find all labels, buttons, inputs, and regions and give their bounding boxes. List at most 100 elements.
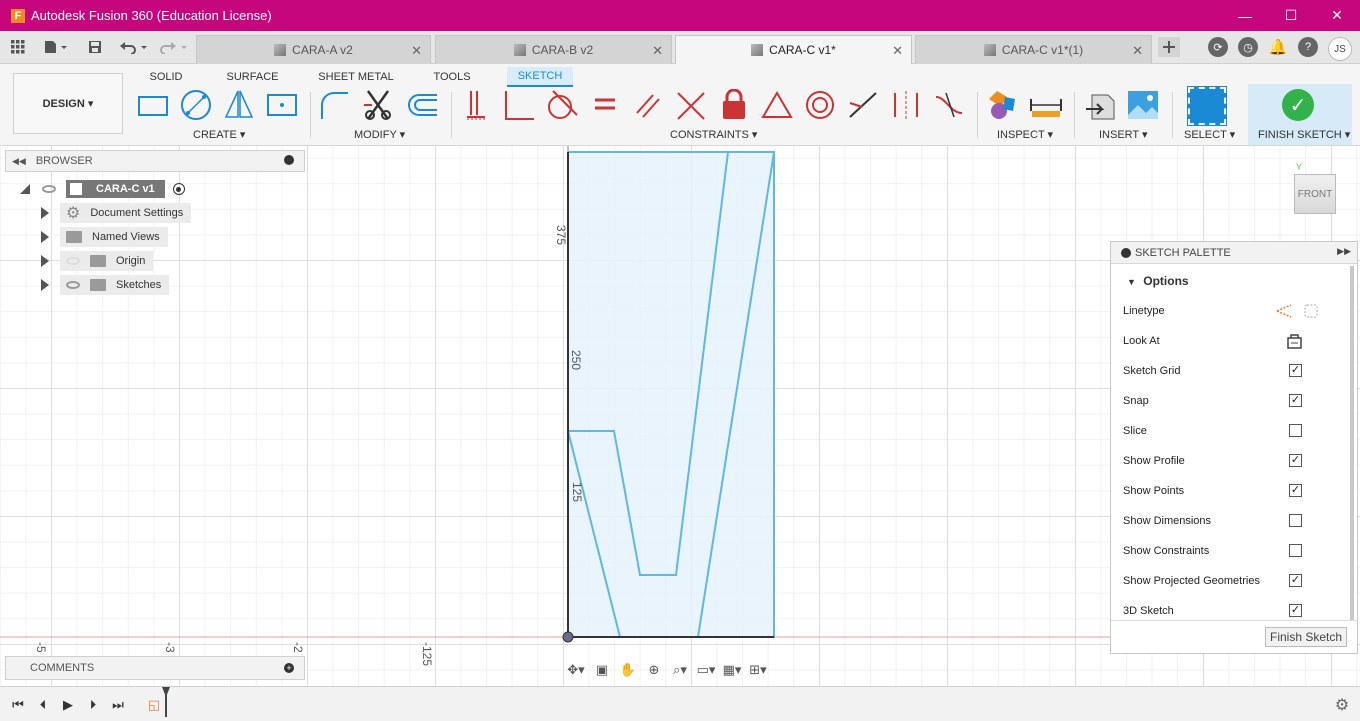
sketch-profile[interactable] (568, 152, 774, 637)
midpoint-icon[interactable] (846, 89, 880, 121)
palette-minus-icon[interactable] (1121, 248, 1131, 258)
snap-checkbox[interactable]: ✓ (1289, 394, 1302, 407)
job-status-icon[interactable]: ◷ (1238, 37, 1258, 57)
orbit-icon[interactable]: ✥▾ (565, 661, 587, 679)
look-at-icon[interactable]: ▣ (591, 661, 613, 679)
sketch-timeline-feature-icon[interactable]: ◱ (146, 697, 162, 713)
viewcube[interactable]: FRONT (1294, 174, 1336, 214)
rectangle-icon[interactable] (136, 89, 170, 121)
tab-tools[interactable]: TOOLS (430, 67, 474, 87)
tab-cara-c[interactable]: CARA-C v1* ✕ (675, 35, 912, 64)
perpendicular-cross-icon[interactable] (674, 89, 708, 121)
show-profile-checkbox[interactable]: ✓ (1289, 454, 1302, 467)
expand-arrow-icon[interactable] (41, 255, 49, 267)
tab-close-icon[interactable]: ✕ (892, 43, 903, 59)
gear-icon[interactable]: ⚙ (1334, 697, 1350, 714)
circle-icon[interactable] (179, 89, 213, 121)
browser-item-document-settings[interactable]: ⚙ Document Settings (60, 203, 192, 223)
constraints-menu[interactable]: CONSTRAINTS ▾ (670, 128, 757, 141)
interference-icon[interactable] (985, 89, 1019, 121)
tab-solid[interactable]: SOLID (146, 67, 186, 87)
symmetry-icon[interactable] (889, 89, 923, 121)
palette-scrollbar[interactable] (1350, 266, 1354, 620)
palette-finish-sketch-button[interactable]: Finish Sketch (1265, 627, 1347, 647)
close-button[interactable]: ✕ (1314, 0, 1360, 31)
display-settings-icon[interactable]: ▭▾ (695, 661, 717, 679)
inspect-menu[interactable]: INSPECT ▾ (997, 128, 1053, 141)
browser-item-named-views[interactable]: Named Views (60, 227, 168, 247)
help-icon[interactable]: ? (1298, 37, 1318, 57)
tangent-icon[interactable] (545, 89, 579, 121)
insert-derive-icon[interactable] (1084, 89, 1118, 121)
expand-arrow-icon[interactable] (41, 279, 49, 291)
redo-icon[interactable] (158, 37, 190, 57)
sketch-grid-checkbox[interactable]: ✓ (1289, 364, 1302, 377)
collapse-arrow-icon[interactable]: ▼ (1127, 277, 1136, 287)
tab-cara-a[interactable]: CARA-A v2 ✕ (196, 35, 431, 64)
show-dimensions-checkbox[interactable] (1289, 514, 1302, 527)
equal-icon[interactable] (588, 89, 622, 121)
tab-close-icon[interactable]: ✕ (652, 43, 663, 59)
collapse-icon[interactable]: ◀◀ (12, 156, 26, 167)
eye-hidden-icon[interactable] (66, 257, 80, 265)
insert-menu[interactable]: INSERT ▾ (1099, 128, 1148, 141)
maximize-button[interactable]: ☐ (1268, 0, 1314, 31)
extensions-icon[interactable]: ⟳ (1208, 37, 1228, 57)
app-grid-icon[interactable] (8, 37, 28, 57)
canvas-image-icon[interactable] (1126, 89, 1160, 121)
zoom-icon[interactable]: ⊕ (643, 661, 665, 679)
window-select-icon[interactable] (1187, 86, 1227, 126)
new-tab-icon[interactable] (1158, 37, 1180, 57)
notifications-icon[interactable]: 🔔 (1268, 37, 1288, 57)
fix-lock-icon[interactable] (717, 89, 751, 121)
origin-point-icon[interactable] (562, 631, 574, 643)
mirror-icon[interactable] (222, 89, 256, 121)
trim-icon[interactable] (362, 89, 396, 121)
expanded-arrow-icon[interactable] (20, 184, 30, 194)
centerline-linetype-icon[interactable] (1303, 303, 1319, 319)
tab-close-icon[interactable]: ✕ (1132, 43, 1143, 59)
go-to-start-icon[interactable]: ⏮ (10, 697, 26, 713)
file-menu-icon[interactable] (40, 37, 70, 57)
show-points-checkbox[interactable]: ✓ (1289, 484, 1302, 497)
add-comment-icon[interactable]: + (284, 663, 294, 673)
tab-cara-b[interactable]: CARA-B v2 ✕ (435, 35, 672, 64)
zoom-window-icon[interactable]: ⌕▾ (669, 661, 691, 679)
3d-sketch-checkbox[interactable]: ✓ (1289, 604, 1302, 617)
browser-root[interactable]: CARA-C v1 (20, 179, 185, 199)
construction-linetype-icon[interactable] (1275, 303, 1293, 319)
point-icon[interactable] (265, 89, 299, 121)
create-menu[interactable]: CREATE ▾ (193, 128, 245, 141)
tab-close-icon[interactable]: ✕ (411, 43, 422, 59)
triangle-icon[interactable] (760, 89, 794, 121)
grid-settings-icon[interactable]: ▦▾ (721, 661, 743, 679)
parallel-icon[interactable] (631, 89, 665, 121)
undo-icon[interactable] (118, 37, 150, 57)
slice-checkbox[interactable] (1289, 424, 1302, 437)
tab-sketch[interactable]: SKETCH (507, 67, 573, 87)
browser-panel-header[interactable]: ◀◀ BROWSER (5, 150, 305, 172)
sketch-palette-header[interactable]: SKETCH PALETTE ▶▶ (1111, 242, 1357, 264)
tab-cara-c-copy[interactable]: CARA-C v1*(1) ✕ (915, 35, 1152, 64)
fillet-icon[interactable] (318, 89, 352, 121)
eye-icon[interactable] (42, 185, 56, 193)
comments-panel-header[interactable]: COMMENTS + (5, 656, 305, 680)
minimize-button[interactable]: — (1222, 0, 1268, 31)
user-avatar[interactable]: JS (1328, 37, 1352, 61)
browser-item-origin[interactable]: Origin (60, 251, 154, 271)
concentric-icon[interactable] (803, 89, 837, 121)
tab-surface[interactable]: SURFACE (225, 67, 280, 87)
viewports-icon[interactable]: ⊞▾ (747, 661, 769, 679)
select-menu[interactable]: SELECT ▾ (1184, 128, 1235, 141)
modify-menu[interactable]: MODIFY ▾ (354, 128, 405, 141)
tab-sheet-metal[interactable]: SHEET METAL (318, 67, 394, 87)
expand-palette-icon[interactable]: ▶▶ (1337, 246, 1351, 257)
horizontal-vertical-icon[interactable] (459, 89, 493, 121)
step-back-icon[interactable]: ⏴ (35, 697, 51, 713)
curvature-icon[interactable] (932, 89, 966, 121)
perpendicular-icon[interactable] (502, 89, 536, 121)
browser-minus-icon[interactable] (284, 155, 294, 165)
expand-arrow-icon[interactable] (41, 207, 49, 219)
save-icon[interactable] (86, 37, 104, 57)
go-to-end-icon[interactable]: ⏭ (110, 697, 126, 713)
